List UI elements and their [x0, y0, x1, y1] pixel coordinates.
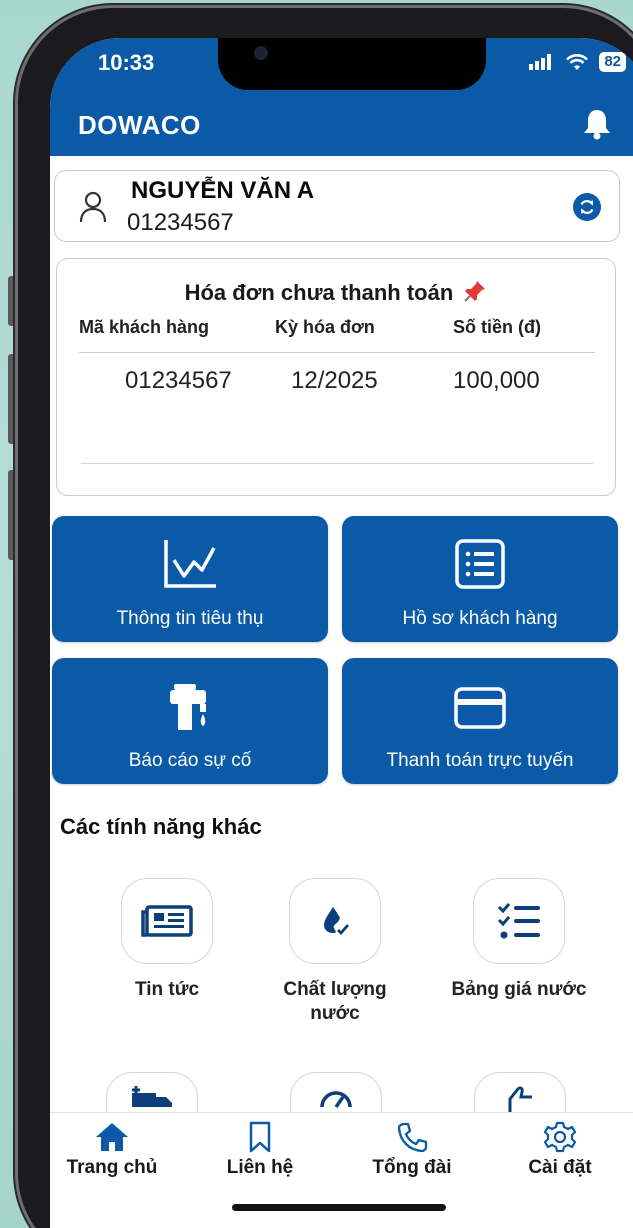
- home-icon: [52, 1121, 172, 1153]
- wifi-icon: [566, 54, 589, 70]
- nav-home[interactable]: Trang chủ: [52, 1121, 172, 1179]
- tile-label: Thông tin tiêu thụ: [116, 608, 264, 629]
- signal-icon: [529, 54, 552, 70]
- feature-label: Tin tức: [134, 979, 200, 1000]
- home-indicator[interactable]: [232, 1204, 446, 1211]
- bill-amount: 100,000: [453, 367, 540, 394]
- bill-title: Hóa đơn chưa thanh toán: [57, 279, 615, 306]
- user-icon: [79, 191, 107, 228]
- notification-bell-icon[interactable]: [582, 108, 612, 145]
- divider: [81, 463, 593, 464]
- phone-side-button: [8, 276, 16, 326]
- chart-line-icon: [52, 538, 328, 590]
- feature-label: Bảng giá nước: [451, 979, 587, 1000]
- water-drop-check-icon: [289, 878, 381, 964]
- nav-label: Tổng đài: [372, 1157, 452, 1178]
- bill-customer-code: 01234567: [125, 367, 232, 394]
- tile-label: Thanh toán trực tuyến: [386, 750, 574, 771]
- camera-icon: [254, 46, 268, 60]
- nav-label: Cài đặt: [528, 1157, 592, 1178]
- bill-period: 12/2025: [291, 367, 378, 394]
- battery-indicator: 82: [599, 52, 626, 72]
- feature-label: Chất lượng nước: [283, 979, 387, 1024]
- water-price-button[interactable]: Bảng giá nước: [434, 878, 604, 1002]
- app-title: DOWACO: [78, 110, 201, 140]
- unpaid-bill-card: Hóa đơn chưa thanh toán Mã khách hàng Kỳ…: [56, 258, 616, 496]
- bill-title-text: Hóa đơn chưa thanh toán: [184, 280, 454, 305]
- news-button[interactable]: Tin tức: [82, 878, 252, 1002]
- user-code: 01234567: [127, 209, 234, 236]
- nav-label: Trang chủ: [66, 1157, 158, 1178]
- phone-screen: 10:33 82 DOWACO NGUYỄN VĂN A 01234567 Hó…: [50, 38, 633, 1228]
- other-features-title: Các tính năng khác: [60, 814, 262, 839]
- dynamic-island: [218, 38, 486, 90]
- status-time: 10:33: [98, 50, 155, 75]
- user-card[interactable]: NGUYỄN VĂN A 01234567: [54, 170, 620, 242]
- bookmark-icon: [200, 1121, 320, 1153]
- nav-hotline[interactable]: Tổng đài: [352, 1121, 472, 1179]
- bill-table-header: Mã khách hàng Kỳ hóa đơn Số tiền (đ): [79, 317, 595, 353]
- column-amount: Số tiền (đ): [453, 317, 541, 337]
- nav-settings[interactable]: Cài đặt: [500, 1121, 620, 1179]
- credit-card-icon: [342, 680, 618, 730]
- water-tap-icon: [52, 680, 328, 732]
- water-quality-button[interactable]: Chất lượng nước: [250, 878, 420, 1026]
- phone-volume-down: [8, 470, 16, 560]
- status-icons: 82: [529, 52, 626, 72]
- app-header: 10:33 82 DOWACO: [50, 38, 633, 156]
- column-bill-period: Kỳ hóa đơn: [275, 317, 375, 337]
- document-list-icon: [342, 538, 618, 590]
- refresh-icon[interactable]: [573, 193, 601, 221]
- tile-label: Hồ sơ khách hàng: [402, 608, 558, 629]
- gear-icon: [500, 1121, 620, 1153]
- nav-label: Liên hệ: [226, 1157, 294, 1178]
- phone-volume-up: [8, 354, 16, 444]
- checklist-icon: [473, 878, 565, 964]
- pushpin-icon: [464, 281, 486, 302]
- nav-contact[interactable]: Liên hệ: [200, 1121, 320, 1179]
- customer-profile-button[interactable]: Hồ sơ khách hàng: [342, 516, 618, 642]
- consumption-info-button[interactable]: Thông tin tiêu thụ: [52, 516, 328, 642]
- online-payment-button[interactable]: Thanh toán trực tuyến: [342, 658, 618, 784]
- column-customer-code: Mã khách hàng: [79, 317, 210, 337]
- tile-label: Báo cáo sự cố: [128, 750, 252, 771]
- phone-icon: [352, 1121, 472, 1153]
- incident-report-button[interactable]: Báo cáo sự cố: [52, 658, 328, 784]
- user-name: NGUYỄN VĂN A: [131, 177, 315, 204]
- newspaper-icon: [121, 878, 213, 964]
